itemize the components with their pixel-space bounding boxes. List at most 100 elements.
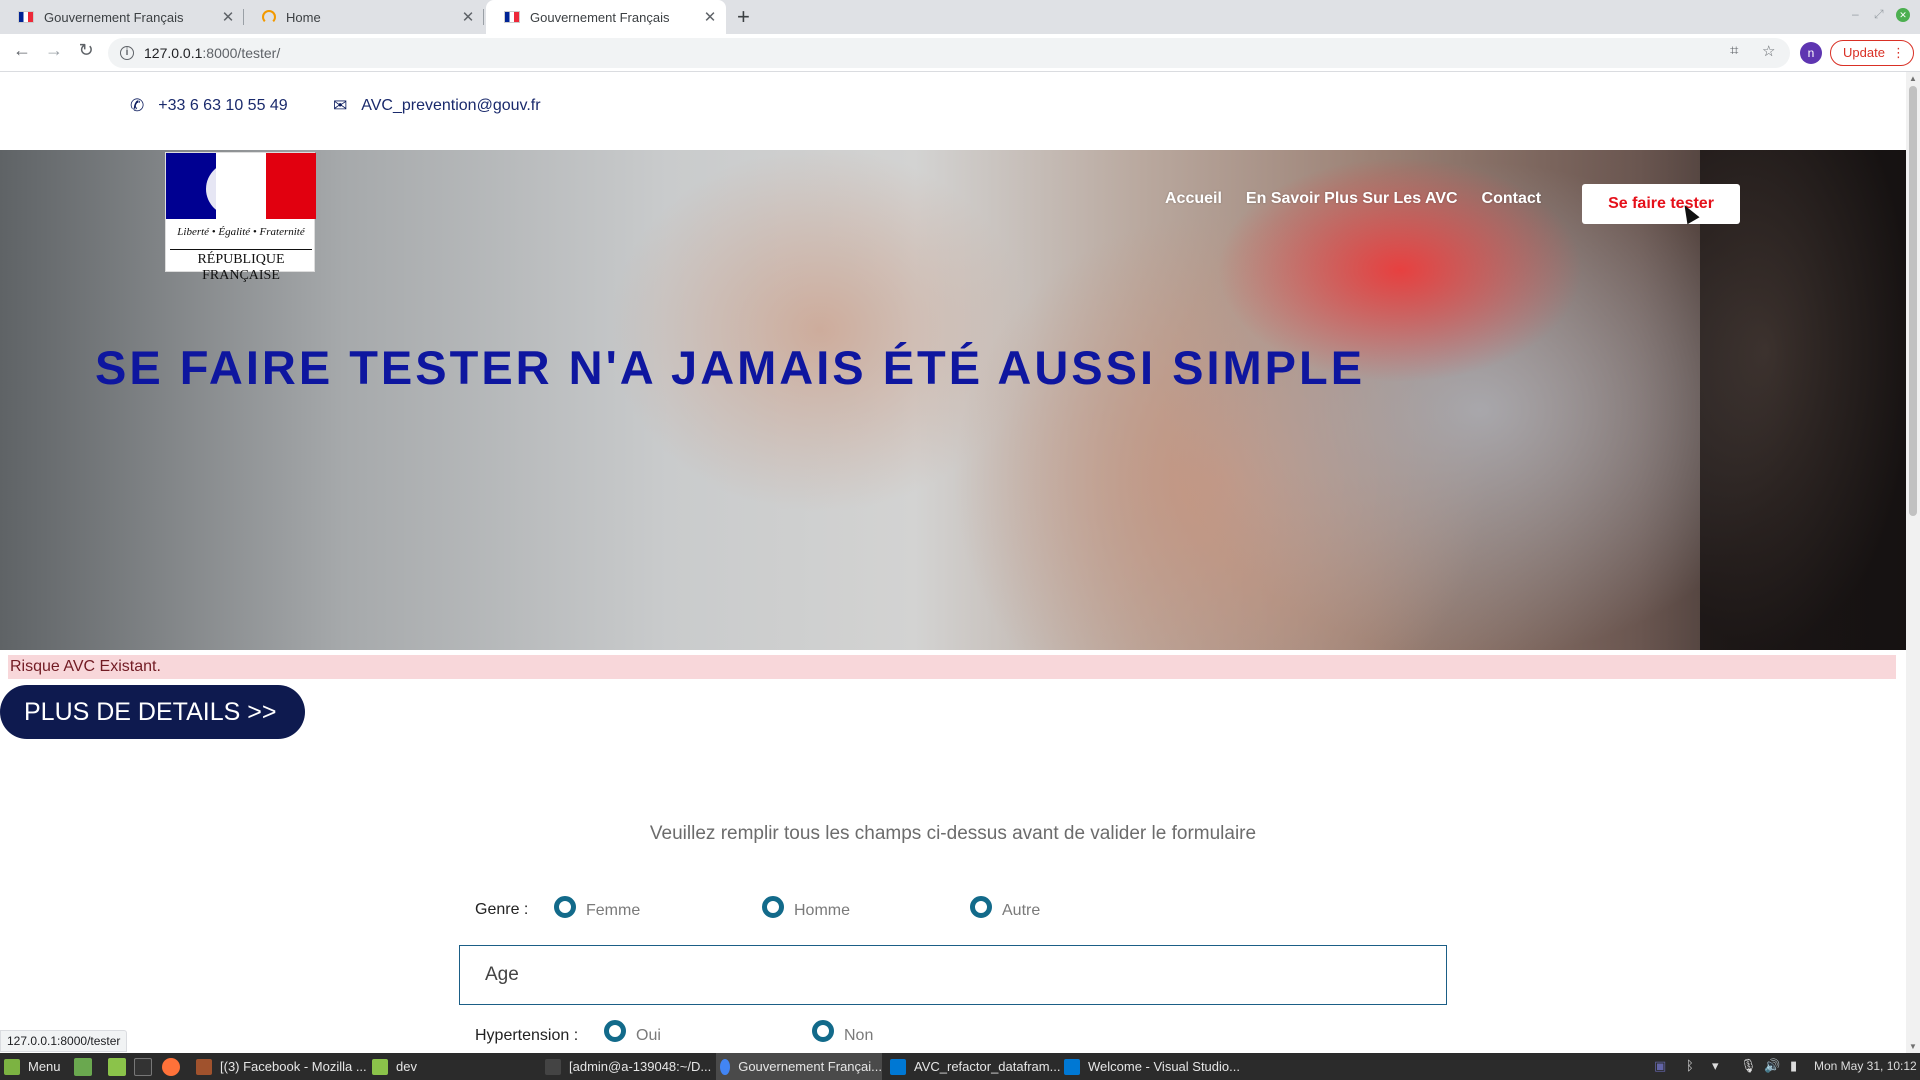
taskbar-item-vscode-1[interactable]: AVC_refactor_datafram... xyxy=(890,1053,1060,1080)
radio-autre[interactable] xyxy=(970,896,992,918)
browser-tab-2[interactable]: Home ✕ xyxy=(244,0,484,34)
taskbar-item-label: Welcome - Visual Studio... xyxy=(1088,1059,1240,1074)
wifi-icon[interactable]: ▾ xyxy=(1712,1058,1719,1074)
link-status-url: 127.0.0.1:8000/tester xyxy=(0,1030,128,1052)
menu-label: Menu xyxy=(28,1059,61,1074)
radio-hypertension-oui[interactable] xyxy=(604,1020,626,1042)
battery-icon[interactable]: ▮ xyxy=(1790,1058,1797,1074)
window-close-icon[interactable]: ✕ xyxy=(1896,8,1910,22)
browser-tab-3-active[interactable]: Gouvernement Français ✕ xyxy=(486,0,726,34)
vscode-icon xyxy=(1064,1058,1080,1075)
scroll-down-icon[interactable]: ▼ xyxy=(1909,1042,1917,1051)
firefox-window-icon xyxy=(196,1058,212,1075)
radio-homme-label[interactable]: Homme xyxy=(794,902,850,920)
bluetooth-icon[interactable]: ᛒ xyxy=(1686,1058,1694,1073)
minimize-icon[interactable]: – xyxy=(1852,7,1859,21)
hero-image-shadow xyxy=(1700,150,1906,650)
taskbar-item-label: dev xyxy=(396,1059,417,1074)
tab-title: Gouvernement Français xyxy=(44,9,184,25)
vscode-icon xyxy=(890,1058,906,1075)
tab-title: Gouvernement Français xyxy=(530,9,670,25)
email-address[interactable]: AVC_prevention@gouv.fr xyxy=(361,97,540,115)
phone-number: +33 6 63 10 55 49 xyxy=(158,97,288,114)
scroll-up-icon[interactable]: ▲ xyxy=(1909,74,1917,83)
firefox-icon[interactable] xyxy=(162,1058,180,1076)
radio-hypertension-non[interactable] xyxy=(812,1020,834,1042)
forward-icon[interactable]: → xyxy=(42,40,66,61)
republique-francaise-logo[interactable]: Liberté • Égalité • Fraternité RÉPUBLIQU… xyxy=(165,152,316,283)
page-scrollbar[interactable]: ▲ ▼ xyxy=(1906,72,1920,1053)
main-navigation: Accueil En Savoir Plus Sur Les AVC Conta… xyxy=(1165,190,1565,208)
taskbar-item-vscode-2[interactable]: Welcome - Visual Studio... xyxy=(1064,1053,1240,1080)
folder-icon xyxy=(372,1058,388,1075)
update-button[interactable]: Update ⋮ xyxy=(1830,40,1914,66)
taskbar-item-label: Gouvernement Françai... xyxy=(738,1059,882,1074)
back-icon[interactable]: ← xyxy=(10,40,34,61)
radio-oui-label[interactable]: Oui xyxy=(636,1027,661,1045)
se-faire-tester-button[interactable]: Se faire tester xyxy=(1582,184,1740,224)
age-input[interactable]: Age xyxy=(459,945,1447,1005)
radio-femme-label[interactable]: Femme xyxy=(586,902,640,920)
address-host: 127.0.0.1 xyxy=(144,45,203,61)
french-flag-icon xyxy=(18,11,34,23)
close-icon[interactable]: ✕ xyxy=(218,8,238,26)
volume-icon[interactable]: 🔊 xyxy=(1764,1058,1780,1074)
terminal-icon[interactable] xyxy=(134,1058,152,1076)
french-flag-icon xyxy=(504,11,520,23)
update-label: Update xyxy=(1843,45,1885,60)
reload-icon[interactable]: ↻ xyxy=(74,40,98,61)
loading-icon xyxy=(262,10,276,24)
top-contact-bar: ✆ +33 6 63 10 55 49 ✉ AVC_prevention@gou… xyxy=(0,72,1906,150)
logo-motto: Liberté • Égalité • Fraternité xyxy=(177,226,305,238)
new-tab-icon[interactable]: + xyxy=(737,4,750,30)
browser-toolbar: ← → ↻ i 127.0.0.1:8000/tester/ ⌗ ☆ xyxy=(0,34,1920,72)
taskbar-item-terminal[interactable]: [admin@a-139048:~/D... xyxy=(545,1053,711,1080)
contact-phone: ✆ +33 6 63 10 55 49 xyxy=(130,96,288,116)
show-desktop-icon[interactable] xyxy=(74,1058,92,1076)
scrollbar-thumb[interactable] xyxy=(1909,86,1917,516)
translate-icon[interactable]: ⌗ xyxy=(1730,42,1738,59)
address-path: :8000/tester/ xyxy=(202,45,281,61)
files-icon[interactable] xyxy=(108,1058,126,1076)
mint-menu-icon xyxy=(4,1058,20,1075)
hero-banner: Liberté • Égalité • Fraternité RÉPUBLIQU… xyxy=(0,150,1906,650)
close-icon[interactable]: ✕ xyxy=(458,8,478,26)
nav-contact[interactable]: Contact xyxy=(1482,190,1542,208)
radio-homme[interactable] xyxy=(762,896,784,918)
terminal-window-icon xyxy=(545,1058,561,1075)
taskbar-item-facebook[interactable]: [(3) Facebook - Mozilla ... xyxy=(196,1053,367,1080)
close-icon[interactable]: ✕ xyxy=(700,8,720,26)
logo-name: RÉPUBLIQUE FRANÇAISE xyxy=(170,249,312,284)
clock[interactable]: Mon May 31, 10:12 xyxy=(1814,1059,1917,1073)
more-menu-icon[interactable]: ⋮ xyxy=(1892,41,1905,65)
contact-email[interactable]: ✉ AVC_prevention@gouv.fr xyxy=(333,96,541,116)
envelope-icon: ✉ xyxy=(333,96,348,115)
taskbar-item-dev[interactable]: dev xyxy=(372,1053,417,1080)
radio-autre-label[interactable]: Autre xyxy=(1002,902,1040,920)
microphone-icon[interactable]: 🎙 xyxy=(1740,1058,1757,1074)
taskbar-item-chrome[interactable]: Gouvernement Françai... xyxy=(716,1053,882,1080)
genre-label: Genre : xyxy=(475,901,529,918)
browser-tab-strip: Gouvernement Français ✕ Home ✕ Gouvernem… xyxy=(0,0,1920,34)
phone-icon: ✆ xyxy=(130,96,145,115)
plus-de-details-button[interactable]: PLUS DE DETAILS >> xyxy=(0,685,305,739)
info-icon[interactable]: i xyxy=(120,46,134,60)
maximize-icon[interactable]: ⤢ xyxy=(1874,7,1884,22)
profile-avatar[interactable]: n xyxy=(1800,42,1822,64)
teams-icon[interactable]: ▣ xyxy=(1654,1058,1666,1074)
nav-en-savoir-plus[interactable]: En Savoir Plus Sur Les AVC xyxy=(1246,190,1458,208)
radio-non-label[interactable]: Non xyxy=(844,1027,873,1045)
tab-title: Home xyxy=(286,9,321,25)
radio-femme[interactable] xyxy=(554,896,576,918)
nav-accueil[interactable]: Accueil xyxy=(1165,190,1222,208)
os-taskbar: Menu [(3) Facebook - Mozilla ... dev [ad… xyxy=(0,1053,1920,1080)
risk-alert: Risque AVC Existant. xyxy=(8,655,1896,679)
taskbar-item-label: [admin@a-139048:~/D... xyxy=(569,1059,712,1074)
hypertension-label: Hypertension : xyxy=(475,1027,579,1044)
address-bar[interactable]: i 127.0.0.1:8000/tester/ xyxy=(108,38,1790,68)
bookmark-star-icon[interactable]: ☆ xyxy=(1762,42,1775,60)
browser-tab-1[interactable]: Gouvernement Français ✕ xyxy=(0,0,244,34)
start-menu-button[interactable]: Menu xyxy=(4,1053,61,1080)
form-instruction: Veuillez remplir tous les champs ci-dess… xyxy=(649,823,1257,844)
page-viewport: ✆ +33 6 63 10 55 49 ✉ AVC_prevention@gou… xyxy=(0,72,1906,1053)
